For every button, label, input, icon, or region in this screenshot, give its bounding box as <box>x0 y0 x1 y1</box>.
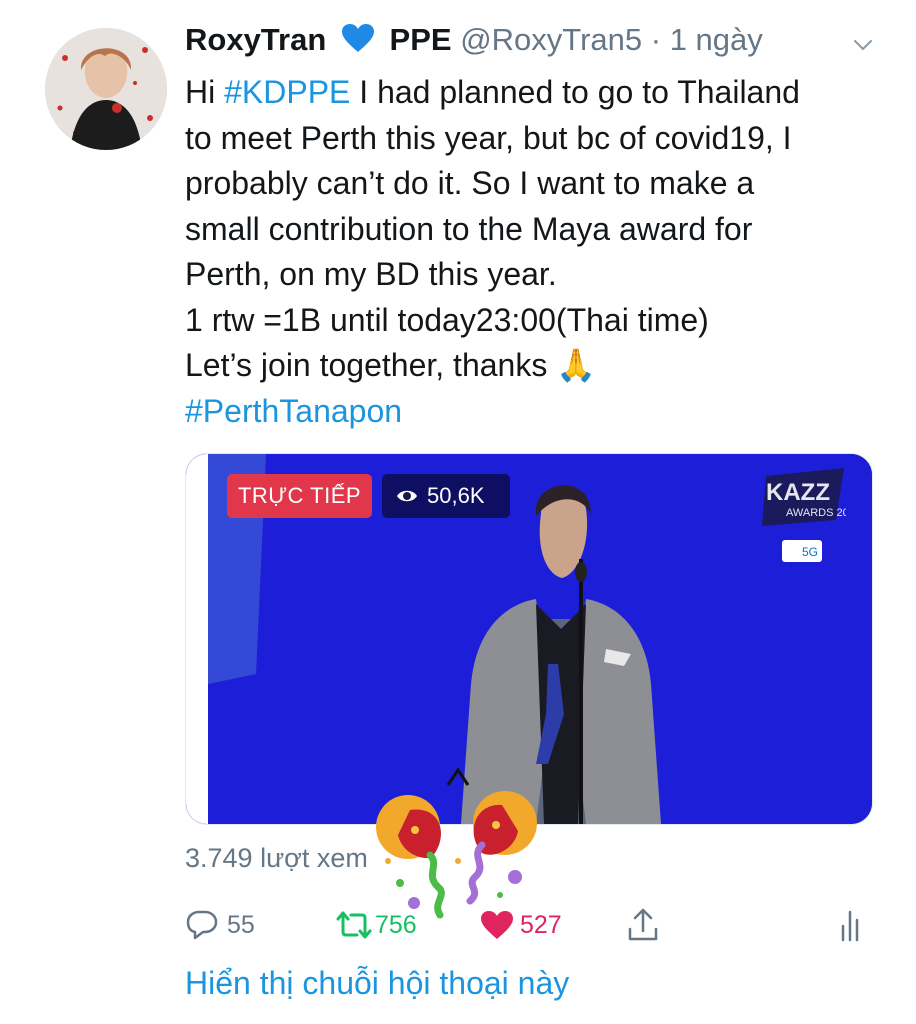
retweet-count: 756 <box>375 910 417 939</box>
view-count: 3.749 lượt xem <box>185 843 368 873</box>
retweet-icon <box>336 911 372 939</box>
kazz-logo-text: KAZZ <box>766 479 830 506</box>
hashtag-link[interactable]: #KDPPE <box>224 74 350 110</box>
like-button[interactable]: 527 <box>480 900 562 950</box>
tweet-text: Hi #KDPPE I had planned to go to Thailan… <box>185 70 885 434</box>
tweet-line: to meet Perth this year, but bc of covid… <box>185 119 792 156</box>
viewer-count: 50,6K <box>427 483 485 508</box>
name-suffix[interactable]: PPE <box>390 22 452 57</box>
hashtag-link[interactable]: #PerthTanapon <box>185 389 885 435</box>
tweet-line: Let’s join together, thanks 🙏 <box>185 347 597 383</box>
tweet-line: small contribution to the Maya award for <box>185 210 753 247</box>
analytics-icon <box>841 910 859 942</box>
chevron-down-icon[interactable] <box>852 34 874 56</box>
tweet-line: Hi #KDPPE I had planned to go to Thailan… <box>185 74 800 110</box>
separator-dot: · <box>650 22 662 57</box>
tweet-line: 1 rtw =1B until today23:00(Thai time) <box>185 301 709 338</box>
show-thread-link[interactable]: Hiển thị chuỗi hội thoại này <box>185 965 569 1002</box>
reply-button[interactable]: 55 <box>185 900 255 950</box>
tweet-header: RoxyTran PPE @RoxyTran5 · 1 ngày <box>185 22 875 72</box>
analytics-button[interactable] <box>840 900 864 950</box>
display-name[interactable]: RoxyTran <box>185 22 326 57</box>
sponsor-logo: 5G <box>802 545 818 559</box>
reply-icon <box>186 910 218 940</box>
eye-icon <box>397 490 417 502</box>
avatar[interactable] <box>45 28 167 150</box>
live-badge: TRỰC TIẾP <box>227 474 372 518</box>
tweet-line: probably can’t do it. So I want to make … <box>185 165 755 201</box>
share-button[interactable] <box>625 900 661 950</box>
reply-count: 55 <box>227 910 255 939</box>
kazz-logo-subtext: AWARDS 2020 <box>786 507 846 519</box>
heart-icon <box>481 911 513 939</box>
tweet-actions: 55 756 527 <box>185 900 875 950</box>
retweet-button[interactable]: 756 <box>335 900 417 950</box>
like-count: 527 <box>520 910 562 939</box>
viewer-count-badge: 50,6K <box>382 474 510 518</box>
kazz-awards-logo: KAZZ AWARDS 2020 5G <box>756 468 861 568</box>
timestamp[interactable]: 1 ngày <box>670 22 763 57</box>
blue-heart-icon <box>341 23 375 61</box>
user-handle[interactable]: @RoxyTran5 <box>460 22 642 57</box>
share-icon <box>628 908 658 941</box>
tweet-line: Perth, on my BD this year. <box>185 256 557 292</box>
